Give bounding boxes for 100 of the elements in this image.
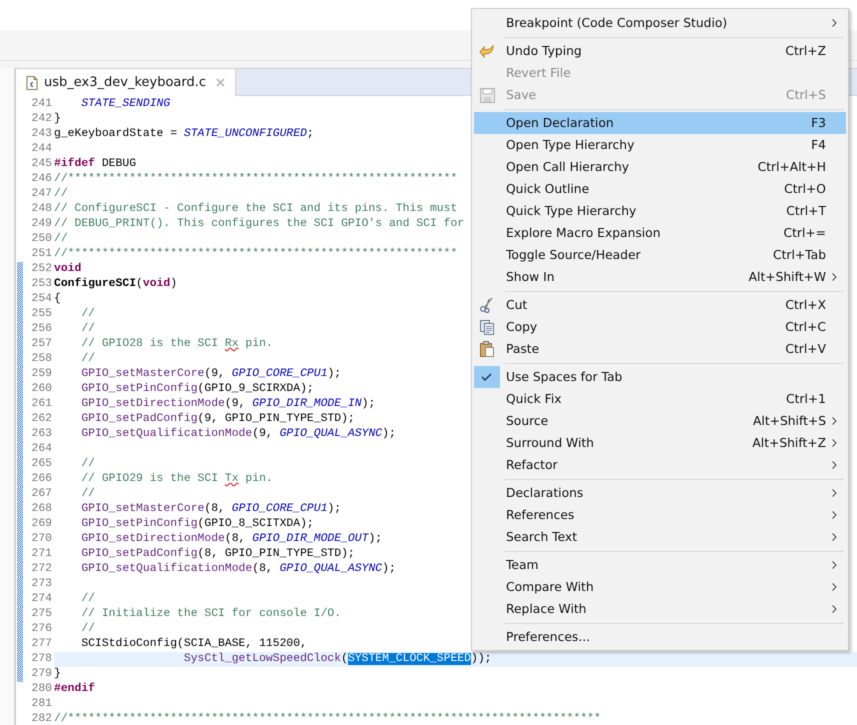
menu-item[interactable]: Surround With Alt+Shift+Z <box>474 432 846 454</box>
function-call: GPIO_setDirectionMode <box>80 533 225 545</box>
keyword: void <box>142 278 170 290</box>
comment: // <box>80 623 96 635</box>
menu-item[interactable]: Quick Type Hierarchy Ctrl+T <box>474 200 846 222</box>
menu-item[interactable]: Copy Ctrl+C <box>474 316 846 338</box>
shortcut-text: Ctrl+C <box>785 320 826 334</box>
line-number: 265 <box>30 457 53 472</box>
code-text: ( <box>341 653 348 665</box>
menu-item[interactable]: Open Type Hierarchy F4 <box>474 134 846 156</box>
line-number: 256 <box>30 322 53 337</box>
line-number: 273 <box>30 577 53 592</box>
shortcut-text: Ctrl+O <box>784 182 826 196</box>
function-name: ConfigureSCI <box>54 278 136 290</box>
shortcut-text: Ctrl+1 <box>786 392 826 406</box>
shortcut-text: Alt+Shift+W <box>748 270 826 284</box>
shortcut-text: Ctrl+Z <box>785 44 826 58</box>
shortcut-text: Ctrl+= <box>784 226 826 240</box>
function-call: GPIO_setMasterCore <box>80 503 204 515</box>
comment: // GPIO28 is the SCI <box>80 338 220 350</box>
line-number: 272 <box>30 562 53 577</box>
code-text: } <box>54 113 61 125</box>
menu-item[interactable]: Refactor <box>474 454 846 476</box>
editor-tab[interactable]: usb_ex3_dev_keyboard.c <box>16 69 236 96</box>
menu-item[interactable]: Team <box>474 554 846 576</box>
function-call: SysCtl_getLowSpeedClock <box>182 653 342 665</box>
function-call: GPIO_setPadConfig <box>80 548 198 560</box>
comment: // <box>54 233 68 245</box>
line-number: 253 <box>30 277 53 292</box>
menu-item[interactable]: Undo Typing Ctrl+Z <box>474 40 846 62</box>
line-number: 268 <box>30 502 53 517</box>
code-text: (GPIO_8_SCITXDA); <box>198 518 314 530</box>
line-number: 278 <box>30 652 53 667</box>
function-call: GPIO_setQualificationMode <box>80 563 252 575</box>
line-number: 258 <box>30 352 53 367</box>
keyword: #ifdef <box>54 158 96 170</box>
line-number: 276 <box>30 622 53 637</box>
menu-item[interactable]: Replace With <box>474 598 846 620</box>
menu-item[interactable]: References <box>474 504 846 526</box>
code-text: (GPIO_9_SCIRXDA); <box>198 383 314 395</box>
line-number: 267 <box>30 487 53 502</box>
line-number: 255 <box>30 307 53 322</box>
menu-item[interactable]: Quick Fix Ctrl+1 <box>474 388 846 410</box>
code-text: (8, <box>204 503 226 515</box>
menu-item[interactable]: Open Declaration F3 <box>474 112 846 134</box>
constant: STATE_UNCONFIGURED <box>184 128 307 140</box>
code-text: (9, <box>224 398 246 410</box>
clipboard-icon <box>480 341 494 357</box>
menu-item[interactable]: Cut Ctrl+X <box>474 294 846 316</box>
line-number: 269 <box>30 517 53 532</box>
comment: // <box>54 188 68 200</box>
code-text: (8, <box>252 563 274 575</box>
line-number: 248 <box>30 202 53 217</box>
undo-arrow-icon <box>479 44 495 58</box>
shortcut-text: Alt+Shift+S <box>752 414 826 428</box>
constant: STATE_SENDING <box>80 98 170 110</box>
code-text: SCIStdioConfig(SCIA_BASE, 115200, <box>80 638 307 650</box>
misspelled-word: Rx <box>224 338 239 350</box>
line-number: 282 <box>30 712 53 725</box>
menu-item[interactable]: Explore Macro Expansion Ctrl+= <box>474 222 846 244</box>
menu-item[interactable]: Declarations <box>474 482 846 504</box>
menu-item[interactable]: Compare With <box>474 576 846 598</box>
menu-item[interactable]: Quick Outline Ctrl+O <box>474 178 846 200</box>
line-number: 244 <box>30 142 53 157</box>
code-text: ; <box>306 128 314 140</box>
line-number: 261 <box>30 397 53 412</box>
comment: //****************************************************************************** <box>54 713 601 725</box>
line-number: 271 <box>30 547 53 562</box>
function-call: GPIO_setQualificationMode <box>80 428 252 440</box>
line-number: 250 <box>30 232 53 247</box>
menu-item[interactable]: Show In Alt+Shift+W <box>474 266 846 288</box>
comment: // <box>80 353 96 365</box>
code-text: { <box>54 293 61 305</box>
function-call: GPIO_setDirectionMode <box>80 398 225 410</box>
menu-item[interactable]: Search Text <box>474 526 846 548</box>
line-number: 247 <box>30 187 53 202</box>
menu-item[interactable]: Use Spaces for Tab <box>474 366 846 388</box>
menu-item[interactable]: Preferences... <box>474 626 846 648</box>
code-text: (8, GPIO_PIN_TYPE_STD); <box>198 548 355 560</box>
line-number: 246 <box>30 172 53 187</box>
code-text: DEBUG <box>100 158 136 170</box>
shortcut-text: Alt+Shift+Z <box>752 436 826 450</box>
constant: GPIO_DIR_MODE_IN <box>252 398 362 410</box>
line-number: 245 <box>30 157 53 172</box>
menu-item[interactable]: Open Call Hierarchy Ctrl+Alt+H <box>474 156 846 178</box>
menu-item[interactable]: Toggle Source/Header Ctrl+Tab <box>474 244 846 266</box>
line-number: 259 <box>30 367 53 382</box>
keyword: void <box>54 263 82 275</box>
line-number: 257 <box>30 337 53 352</box>
menu-item[interactable]: Breakpoint (Code Composer Studio) <box>474 12 846 34</box>
line-number: 251 <box>30 247 53 262</box>
comment: //********************************************************* <box>54 248 458 260</box>
line-number: 270 <box>30 532 53 547</box>
code-text: (9, <box>204 368 226 380</box>
constant: GPIO_CORE_CPU1 <box>232 503 328 515</box>
menu-item[interactable]: Source Alt+Shift+S <box>474 410 846 432</box>
function-call: GPIO_setPadConfig <box>80 413 198 425</box>
menu-item[interactable]: Paste Ctrl+V <box>474 338 846 360</box>
close-icon[interactable] <box>216 78 226 87</box>
code-text: ( <box>136 278 143 290</box>
